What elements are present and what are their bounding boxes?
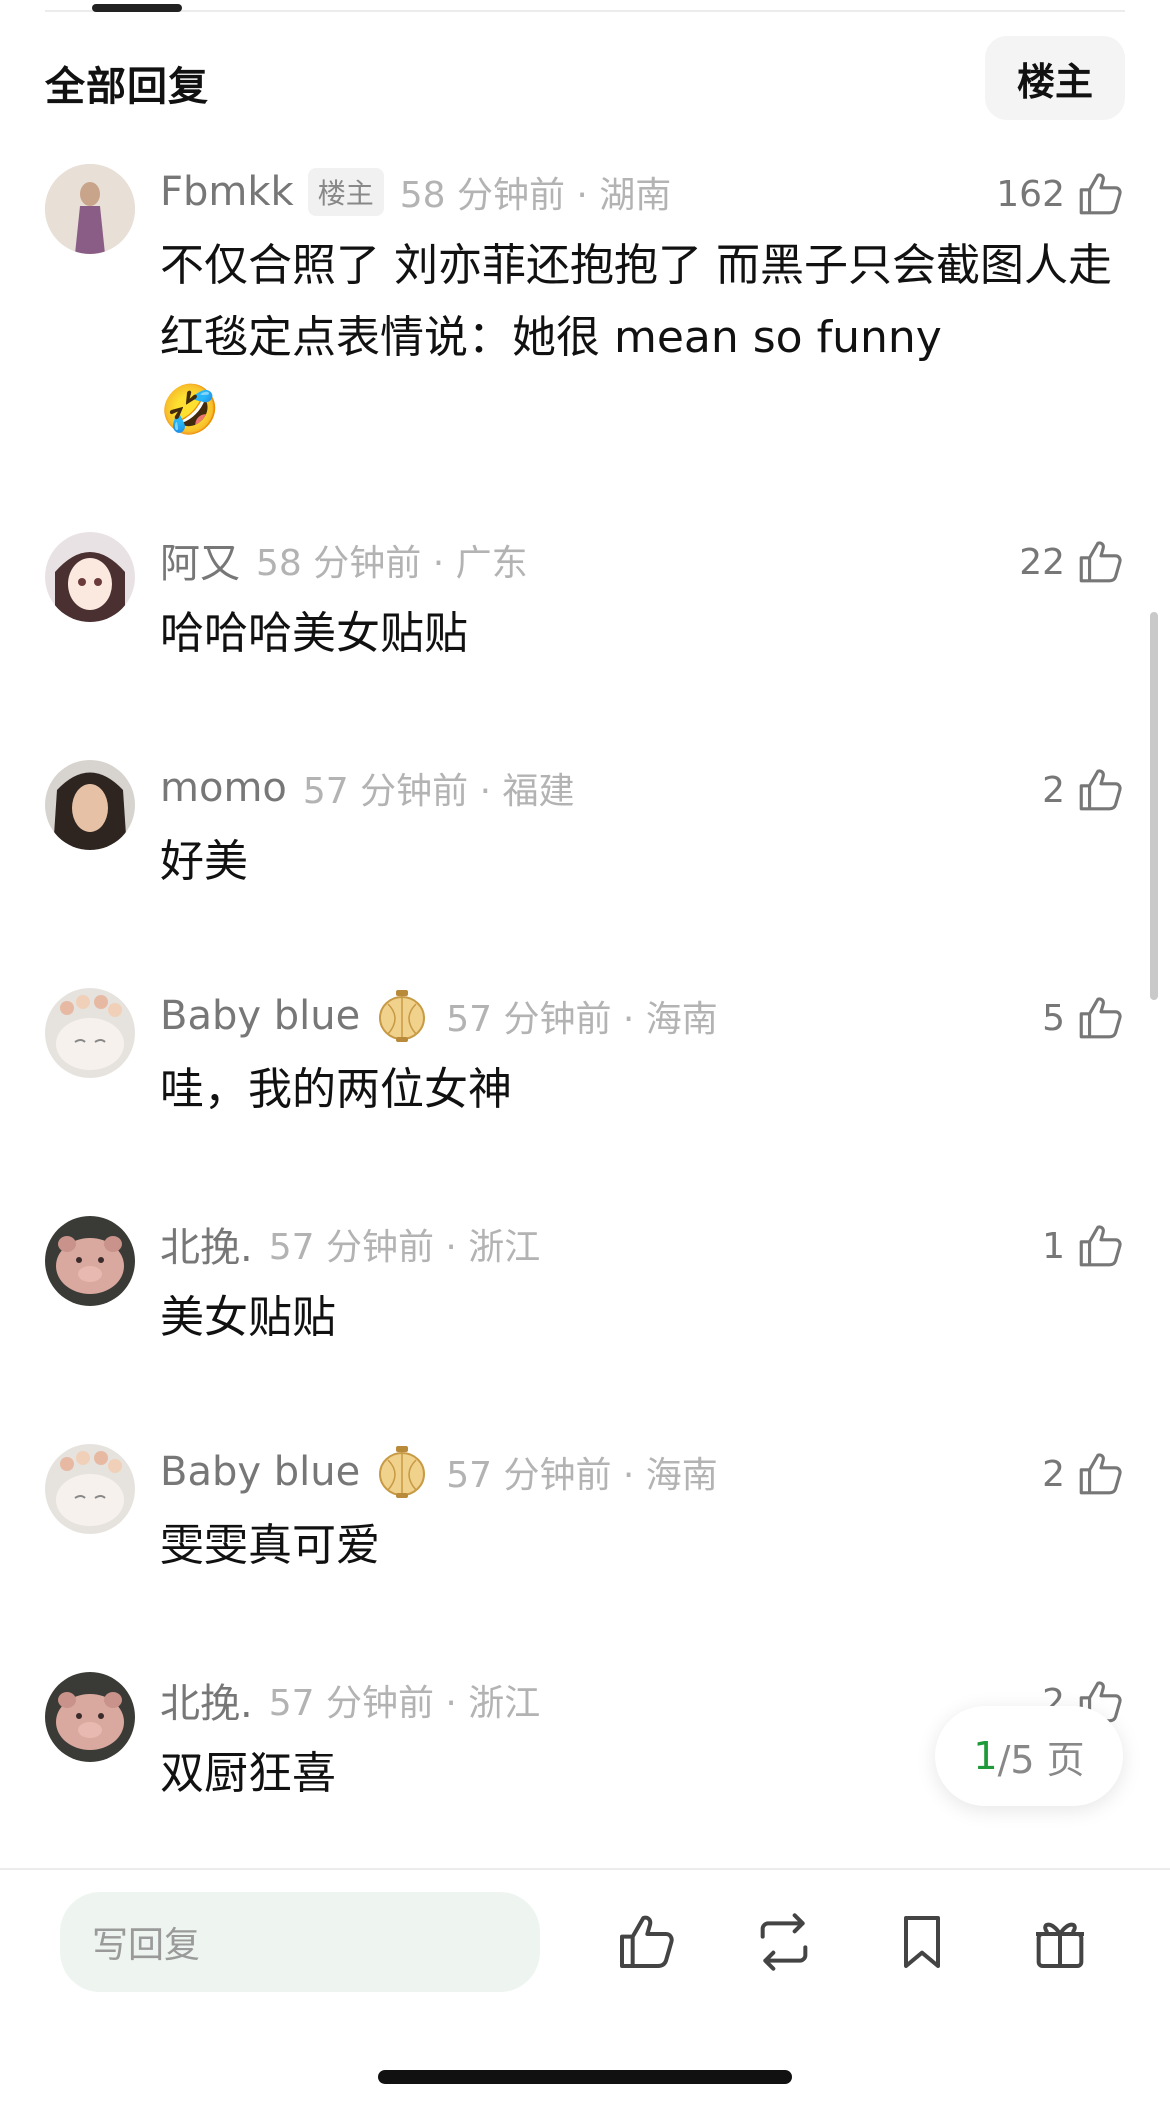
comment-item: Baby blue 57 分钟前 · 海南 2 雯雯真可爱 bbox=[0, 1444, 1170, 1594]
comment-time-location: 58 分钟前 · 广东 bbox=[256, 543, 528, 584]
thumbs-up-icon bbox=[1079, 173, 1122, 215]
avatar[interactable] bbox=[45, 1216, 135, 1306]
username[interactable]: Baby blue bbox=[160, 1449, 360, 1495]
comment-meta: momo 57 分钟前 · 福建 bbox=[160, 760, 574, 816]
comment-meta: 北挽. 57 分钟前 · 浙江 bbox=[160, 1672, 540, 1728]
like-count: 2 bbox=[1042, 769, 1065, 811]
op-badge: 楼主 bbox=[307, 168, 384, 216]
bookmark-icon[interactable] bbox=[890, 1910, 954, 1974]
comment-time-location: 57 分钟前 · 浙江 bbox=[268, 1683, 541, 1724]
avatar[interactable] bbox=[45, 760, 135, 850]
comment-item: Baby blue 57 分钟前 · 海南 5 哇，我的两位女神 bbox=[0, 988, 1170, 1138]
comment-meta: 北挽. 57 分钟前 · 浙江 bbox=[160, 1216, 540, 1272]
tab-indicator bbox=[92, 4, 182, 12]
comment-time-location: 57 分钟前 · 海南 bbox=[446, 999, 718, 1040]
avatar[interactable] bbox=[45, 532, 135, 622]
like-button[interactable]: 5 bbox=[1042, 988, 1125, 1048]
thumbs-up-icon bbox=[1079, 541, 1122, 583]
username[interactable]: 北挽. bbox=[160, 1671, 253, 1729]
thumbs-up-icon bbox=[1079, 997, 1122, 1039]
comment-item: Fbmkk 楼主 58 分钟前 · 湖南 162 不仅合照了 刘亦菲还抱抱了 而… bbox=[0, 164, 1170, 494]
username[interactable]: momo bbox=[160, 765, 287, 811]
thumbs-up-icon bbox=[1079, 1453, 1122, 1495]
page-indicator[interactable]: 1 /5 页 bbox=[935, 1706, 1123, 1806]
comment-text: 哇，我的两位女神 bbox=[160, 1064, 512, 1115]
comment-text: 哈哈哈美女贴贴 bbox=[160, 608, 468, 659]
comment-time-location: 58 分钟前 · 湖南 bbox=[399, 175, 672, 216]
username[interactable]: Baby blue bbox=[160, 993, 360, 1039]
like-button[interactable]: 22 bbox=[1019, 532, 1125, 592]
comment-meta: Baby blue 57 分钟前 · 海南 bbox=[160, 988, 718, 1044]
thumbs-up-icon bbox=[1079, 769, 1122, 811]
like-button[interactable]: 1 bbox=[1042, 1216, 1125, 1276]
top-divider bbox=[45, 10, 1125, 12]
comment-item: 北挽. 57 分钟前 · 浙江 1 美女贴贴 bbox=[0, 1216, 1170, 1366]
home-indicator bbox=[378, 2070, 792, 2084]
comment-meta: Fbmkk 楼主 58 分钟前 · 湖南 bbox=[160, 164, 671, 220]
avatar[interactable] bbox=[45, 164, 135, 254]
like-button[interactable]: 2 bbox=[1042, 760, 1125, 820]
like-button[interactable]: 2 bbox=[1042, 1444, 1125, 1504]
comment-text: 不仅合照了 刘亦菲还抱抱了 而黑子只会截图人走红毯定点表情说：她很 mean s… bbox=[160, 240, 1112, 438]
like-count: 162 bbox=[996, 173, 1065, 215]
gift-icon[interactable] bbox=[1028, 1910, 1092, 1974]
reply-input[interactable]: 写回复 bbox=[60, 1892, 540, 1992]
lantern-badge-icon bbox=[379, 1446, 426, 1498]
repost-icon[interactable] bbox=[752, 1910, 816, 1974]
avatar[interactable] bbox=[45, 1444, 135, 1534]
like-button[interactable]: 162 bbox=[996, 164, 1125, 224]
all-replies-title: 全部回复 bbox=[45, 64, 209, 110]
thumbs-up-icon[interactable] bbox=[614, 1910, 678, 1974]
scrollbar[interactable] bbox=[1150, 612, 1158, 1000]
comment-time-location: 57 分钟前 · 福建 bbox=[302, 771, 575, 812]
replies-header: 全部回复 楼主 bbox=[45, 36, 1125, 120]
like-count: 5 bbox=[1042, 997, 1065, 1039]
comment-text: 雯雯真可爱 bbox=[160, 1520, 380, 1571]
comment-text: 美女贴贴 bbox=[160, 1292, 336, 1343]
op-filter-button[interactable]: 楼主 bbox=[985, 36, 1125, 120]
comment-time-location: 57 分钟前 · 浙江 bbox=[268, 1227, 541, 1268]
like-count: 2 bbox=[1042, 1453, 1065, 1495]
thumbs-up-icon bbox=[1079, 1225, 1122, 1267]
avatar[interactable] bbox=[45, 988, 135, 1078]
comment-text: 好美 bbox=[160, 836, 248, 887]
comment-item: 阿又 58 分钟前 · 广东 22 哈哈哈美女贴贴 bbox=[0, 532, 1170, 682]
username[interactable]: 北挽. bbox=[160, 1215, 253, 1273]
comment-item: momo 57 分钟前 · 福建 2 好美 bbox=[0, 760, 1170, 910]
comment-time-location: 57 分钟前 · 海南 bbox=[446, 1455, 718, 1496]
username[interactable]: Fbmkk bbox=[160, 169, 294, 215]
comment-meta: 阿又 58 分钟前 · 广东 bbox=[160, 532, 528, 588]
username[interactable]: 阿又 bbox=[160, 531, 240, 589]
like-count: 22 bbox=[1019, 541, 1065, 583]
laughing-emoji-icon: 🤣 bbox=[160, 382, 220, 438]
total-pages: /5 页 bbox=[997, 1737, 1085, 1782]
lantern-badge-icon bbox=[379, 990, 426, 1042]
comment-meta: Baby blue 57 分钟前 · 海南 bbox=[160, 1444, 718, 1500]
like-count: 1 bbox=[1042, 1225, 1065, 1267]
avatar[interactable] bbox=[45, 1672, 135, 1762]
current-page: 1 bbox=[973, 1734, 998, 1778]
